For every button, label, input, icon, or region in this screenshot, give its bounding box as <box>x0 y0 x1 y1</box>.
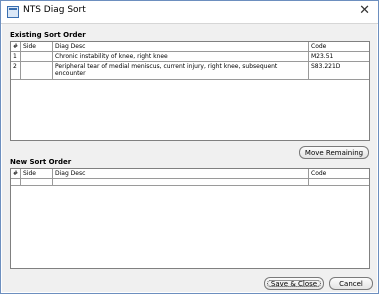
app-icon <box>7 6 19 18</box>
dialog-window: NTS Diag Sort ✕ Existing Sort Order # Si… <box>0 0 379 294</box>
table-row[interactable]: 2 Peripheral tear of medial meniscus, cu… <box>11 62 369 80</box>
title-bar: NTS Diag Sort ✕ <box>1 1 378 24</box>
existing-header-row: # Side Diag Desc Code <box>11 42 369 52</box>
window-title: NTS Diag Sort <box>23 5 86 15</box>
dialog-body: Existing Sort Order # Side Diag Desc Cod… <box>2 24 377 292</box>
row-diag-desc <box>53 179 309 186</box>
new-sort-grid[interactable]: # Side Diag Desc Code <box>10 168 370 269</box>
table-row[interactable] <box>11 179 369 186</box>
row-num: 2 <box>11 62 21 80</box>
col-header-diag-desc[interactable]: Diag Desc <box>53 169 309 179</box>
row-side <box>21 62 53 80</box>
col-header-num[interactable]: # <box>11 42 21 52</box>
move-remaining-button[interactable]: Move Remaining <box>299 146 369 159</box>
col-header-diag-desc[interactable]: Diag Desc <box>53 42 309 52</box>
col-header-side[interactable]: Side <box>21 42 53 52</box>
row-side <box>21 52 53 62</box>
row-diag-desc: Chronic instability of knee, right knee <box>53 52 309 62</box>
existing-sort-grid[interactable]: # Side Diag Desc Code 1 Chronic instabil… <box>10 41 370 141</box>
close-icon[interactable]: ✕ <box>359 3 370 19</box>
row-code: M23.51 <box>309 52 369 62</box>
new-sort-order-label: New Sort Order <box>10 158 72 166</box>
new-header-row: # Side Diag Desc Code <box>11 169 369 179</box>
col-header-code[interactable]: Code <box>309 169 369 179</box>
row-code: S83.221D <box>309 62 369 80</box>
table-row[interactable]: 1 Chronic instability of knee, right kne… <box>11 52 369 62</box>
row-num: 1 <box>11 52 21 62</box>
row-diag-desc: Peripheral tear of medial meniscus, curr… <box>53 62 309 80</box>
existing-sort-order-label: Existing Sort Order <box>10 31 86 39</box>
row-code <box>309 179 369 186</box>
cancel-button[interactable]: Cancel <box>329 277 373 290</box>
col-header-num[interactable]: # <box>11 169 21 179</box>
row-num <box>11 179 21 186</box>
col-header-code[interactable]: Code <box>309 42 369 52</box>
row-side <box>21 179 53 186</box>
save-close-button[interactable]: Save & Close <box>264 277 324 290</box>
col-header-side[interactable]: Side <box>21 169 53 179</box>
